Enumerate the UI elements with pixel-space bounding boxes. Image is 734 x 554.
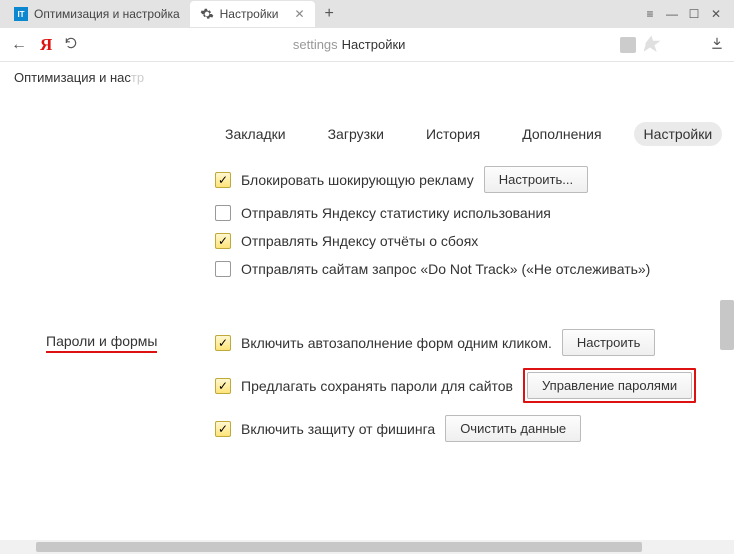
- tab-bookmarks[interactable]: Закладки: [215, 122, 296, 146]
- privacy-section: Блокировать шокирующую рекламу Настроить…: [20, 160, 714, 283]
- checkbox[interactable]: [215, 421, 231, 437]
- tab-title: Настройки: [220, 7, 279, 21]
- option-block-shock-ads: Блокировать шокирующую рекламу Настроить…: [215, 166, 714, 193]
- horizontal-scrollbar[interactable]: [0, 540, 734, 554]
- minimize-icon[interactable]: —: [666, 8, 678, 20]
- option-label: Отправлять сайтам запрос «Do Not Track» …: [241, 261, 650, 277]
- breadcrumb-text: Оптимизация и нас: [14, 70, 131, 85]
- reload-button[interactable]: [64, 36, 78, 53]
- protect-icon[interactable]: [620, 37, 636, 53]
- option-dnt: Отправлять сайтам запрос «Do Not Track» …: [215, 261, 714, 277]
- configure-button[interactable]: Настроить: [562, 329, 656, 356]
- gear-icon: [200, 7, 214, 21]
- tab-title: Оптимизация и настройка: [34, 7, 180, 21]
- browser-tab-active[interactable]: Настройки ✕: [190, 1, 315, 27]
- checkbox[interactable]: [215, 172, 231, 188]
- option-crash-reports: Отправлять Яндексу отчёты о сбоях: [215, 233, 714, 249]
- breadcrumb-faded: тр: [131, 70, 144, 85]
- url-title: Настройки: [342, 37, 406, 52]
- passwords-section: Пароли и формы Включить автозаполнение ф…: [20, 323, 714, 448]
- browser-tab-inactive[interactable]: IT Оптимизация и настройка: [4, 1, 190, 27]
- checkbox[interactable]: [215, 233, 231, 249]
- tab-settings[interactable]: Настройки: [634, 122, 723, 146]
- tab-downloads[interactable]: Загрузки: [318, 122, 394, 146]
- bookmark-icon[interactable]: [644, 34, 662, 55]
- window-controls: ≡ — ☐ ✕: [644, 8, 730, 20]
- option-label: Предлагать сохранять пароли для сайтов: [241, 378, 513, 394]
- back-button[interactable]: ←: [10, 36, 28, 54]
- option-save-passwords: Предлагать сохранять пароли для сайтов У…: [215, 368, 714, 403]
- new-tab-button[interactable]: +: [315, 5, 344, 23]
- close-icon[interactable]: ✕: [294, 7, 304, 21]
- checkbox[interactable]: [215, 261, 231, 277]
- checkbox[interactable]: [215, 378, 231, 394]
- yandex-logo[interactable]: Я: [40, 35, 52, 55]
- window-tabbar: IT Оптимизация и настройка Настройки ✕ +…: [0, 0, 734, 28]
- settings-tabs: Закладки Загрузки История Дополнения Нас…: [20, 92, 714, 160]
- favicon-it-icon: IT: [14, 7, 28, 21]
- omnibox[interactable]: settings Настройки: [90, 37, 608, 52]
- configure-button[interactable]: Настроить...: [484, 166, 588, 193]
- close-window-icon[interactable]: ✕: [710, 8, 722, 20]
- tab-history[interactable]: История: [416, 122, 490, 146]
- checkbox[interactable]: [215, 205, 231, 221]
- downloads-icon[interactable]: [710, 36, 724, 53]
- section-title: Пароли и формы: [20, 329, 215, 442]
- option-label: Блокировать шокирующую рекламу: [241, 172, 474, 188]
- menu-icon[interactable]: ≡: [644, 8, 656, 20]
- address-bar: ← Я settings Настройки: [0, 28, 734, 62]
- option-label: Отправлять Яндексу отчёты о сбоях: [241, 233, 478, 249]
- manage-passwords-button[interactable]: Управление паролями: [527, 372, 692, 399]
- breadcrumb: Оптимизация и настр: [0, 62, 734, 92]
- option-phishing-protection: Включить защиту от фишинга Очистить данн…: [215, 415, 714, 442]
- vertical-scrollbar[interactable]: [720, 300, 734, 350]
- scrollbar-thumb[interactable]: [36, 542, 642, 552]
- tab-addons[interactable]: Дополнения: [512, 122, 611, 146]
- checkbox[interactable]: [215, 335, 231, 351]
- option-label: Включить автозаполнение форм одним клико…: [241, 335, 552, 351]
- option-send-stats: Отправлять Яндексу статистику использова…: [215, 205, 714, 221]
- option-label: Отправлять Яндексу статистику использова…: [241, 205, 551, 221]
- highlighted-annotation: Управление паролями: [523, 368, 696, 403]
- settings-content: Закладки Загрузки История Дополнения Нас…: [0, 92, 734, 448]
- option-autofill: Включить автозаполнение форм одним клико…: [215, 329, 714, 356]
- option-label: Включить защиту от фишинга: [241, 421, 435, 437]
- url-path: settings: [293, 37, 338, 52]
- clear-data-button[interactable]: Очистить данные: [445, 415, 581, 442]
- maximize-icon[interactable]: ☐: [688, 8, 700, 20]
